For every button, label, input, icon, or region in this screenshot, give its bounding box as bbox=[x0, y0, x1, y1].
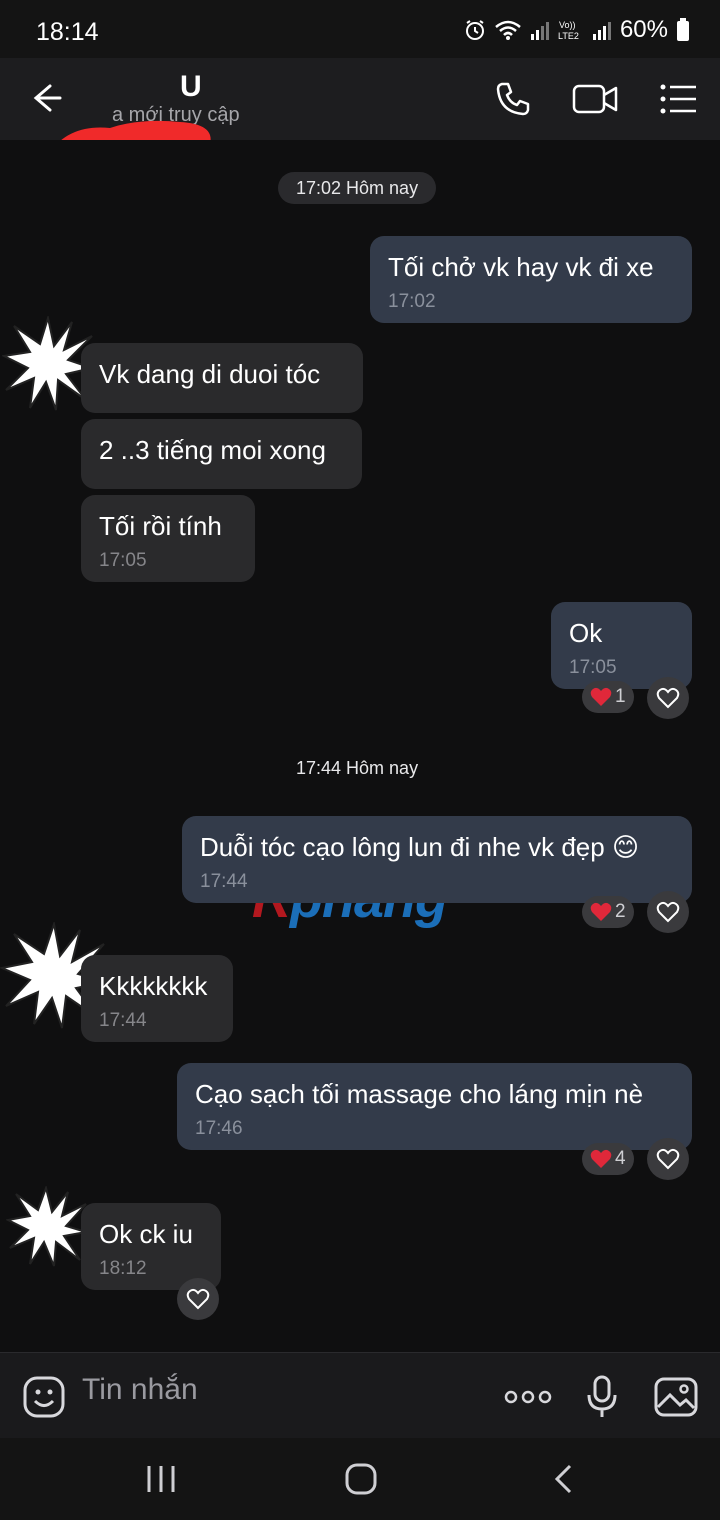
heart-outline-icon bbox=[186, 1288, 210, 1310]
status-icons: Vo)) LTE2 60% bbox=[464, 16, 690, 44]
message-bubble-incoming[interactable]: Tối rồi tính 17:05 bbox=[81, 495, 255, 582]
back-nav-button[interactable] bbox=[538, 1456, 588, 1502]
message-text: Tối rồi tính bbox=[99, 511, 222, 541]
more-dots-icon bbox=[504, 1390, 552, 1404]
message-time: 18:12 bbox=[99, 1258, 147, 1279]
date-separator: 17:02 Hôm nay bbox=[278, 172, 437, 204]
message-bubble-outgoing[interactable]: Ok 17:05 bbox=[551, 602, 692, 689]
heart-outline-icon bbox=[656, 1148, 680, 1170]
message-time: 17:05 bbox=[569, 657, 617, 678]
message-composer: Tin nhắn bbox=[0, 1352, 720, 1438]
heart-outline-icon bbox=[656, 687, 680, 709]
reaction-count: 1 bbox=[615, 686, 626, 707]
message-time: 17:44 bbox=[99, 1010, 147, 1031]
system-navigation-bar bbox=[0, 1438, 720, 1520]
video-call-button[interactable] bbox=[570, 74, 620, 124]
recent-apps-button[interactable] bbox=[136, 1456, 186, 1502]
heart-outline-icon bbox=[656, 901, 680, 923]
more-options-button[interactable] bbox=[504, 1373, 552, 1421]
message-time: 17:46 bbox=[195, 1118, 243, 1139]
reaction-count: 2 bbox=[615, 901, 626, 922]
voice-message-button[interactable] bbox=[578, 1373, 626, 1421]
status-bar: 18:14 Vo)) LTE2 60% bbox=[0, 0, 720, 62]
contact-name[interactable]: U bbox=[180, 70, 202, 104]
reaction-badge[interactable]: 1 bbox=[582, 681, 634, 713]
sticker-button[interactable] bbox=[20, 1373, 68, 1421]
reaction-count: 4 bbox=[615, 1148, 626, 1169]
message-text: Tối chở vk hay vk đi xe bbox=[388, 252, 654, 282]
message-time: 17:44 bbox=[200, 871, 248, 892]
svg-text:LTE2: LTE2 bbox=[558, 31, 579, 41]
battery-percent: 60% bbox=[619, 16, 668, 43]
chat-header: U a mới truy cập bbox=[0, 58, 720, 196]
message-text: 2 ..3 tiếng moi xong bbox=[99, 435, 326, 465]
smiley-sticker-icon bbox=[23, 1376, 65, 1418]
react-button[interactable] bbox=[647, 677, 689, 719]
image-gallery-icon bbox=[654, 1377, 698, 1417]
message-text: Cạo sạch tối massage cho láng mịn nè bbox=[195, 1079, 644, 1109]
signal-2-icon bbox=[592, 22, 611, 40]
chevron-left-icon bbox=[554, 1464, 572, 1494]
react-button[interactable] bbox=[647, 891, 689, 933]
wifi-icon bbox=[495, 20, 521, 40]
contact-avatar-redacted[interactable] bbox=[6, 1186, 88, 1268]
gallery-button[interactable] bbox=[652, 1373, 700, 1421]
signal-icon bbox=[530, 22, 549, 40]
message-bubble-incoming[interactable]: Vk dang di duoi tóc bbox=[81, 343, 363, 413]
message-bubble-incoming[interactable]: Ok ck iu 18:12 bbox=[81, 1203, 221, 1290]
message-text: Ok bbox=[569, 618, 603, 648]
message-text: Kkkkkkkk bbox=[99, 971, 208, 1001]
message-text: Vk dang di duoi tóc bbox=[99, 359, 321, 389]
reaction-badge[interactable]: 2 bbox=[582, 896, 634, 928]
reaction-badge[interactable]: 4 bbox=[582, 1143, 634, 1175]
menu-button[interactable] bbox=[654, 74, 704, 124]
message-bubble-outgoing[interactable]: Tối chở vk hay vk đi xe 17:02 bbox=[370, 236, 692, 323]
alarm-icon bbox=[465, 20, 484, 40]
back-button[interactable] bbox=[28, 80, 64, 116]
message-time: 17:02 bbox=[388, 291, 436, 312]
message-input[interactable]: Tin nhắn bbox=[82, 1373, 198, 1407]
message-text: Duỗi tóc cạo lông lun đi nhe vk đẹp 😊 bbox=[200, 832, 640, 862]
message-time: 17:05 bbox=[99, 550, 147, 571]
react-button[interactable] bbox=[647, 1138, 689, 1180]
message-bubble-incoming[interactable]: Kkkkkkkk 17:44 bbox=[81, 955, 233, 1042]
voice-call-button[interactable] bbox=[488, 74, 538, 124]
message-text: Ok ck iu bbox=[99, 1219, 193, 1249]
chat-area[interactable]: 17:02 Hôm nay Tối chở vk hay vk đi xe 17… bbox=[0, 140, 720, 1352]
recent-apps-icon bbox=[147, 1466, 175, 1492]
heart-icon bbox=[590, 1149, 612, 1168]
message-bubble-incoming[interactable]: 2 ..3 tiếng moi xong bbox=[81, 419, 362, 489]
heart-icon bbox=[590, 687, 612, 706]
phone-icon bbox=[496, 82, 530, 116]
status-time: 18:14 bbox=[36, 18, 99, 46]
message-bubble-outgoing[interactable]: Duỗi tóc cạo lông lun đi nhe vk đẹp 😊 17… bbox=[182, 816, 692, 903]
battery-icon bbox=[677, 18, 689, 41]
home-button[interactable] bbox=[336, 1456, 386, 1502]
react-button[interactable] bbox=[177, 1278, 219, 1320]
message-bubble-outgoing[interactable]: Cạo sạch tối massage cho láng mịn nè 17:… bbox=[177, 1063, 692, 1150]
microphone-icon bbox=[587, 1375, 617, 1417]
list-menu-icon bbox=[660, 84, 696, 114]
back-arrow-icon bbox=[33, 84, 62, 112]
video-camera-icon bbox=[572, 84, 618, 114]
volte-icon: Vo))LTE2 bbox=[558, 20, 579, 41]
svg-text:Vo)): Vo)) bbox=[559, 20, 576, 30]
date-separator: 17:44 Hôm nay bbox=[296, 758, 419, 778]
heart-icon bbox=[590, 902, 612, 921]
home-icon bbox=[345, 1463, 377, 1495]
